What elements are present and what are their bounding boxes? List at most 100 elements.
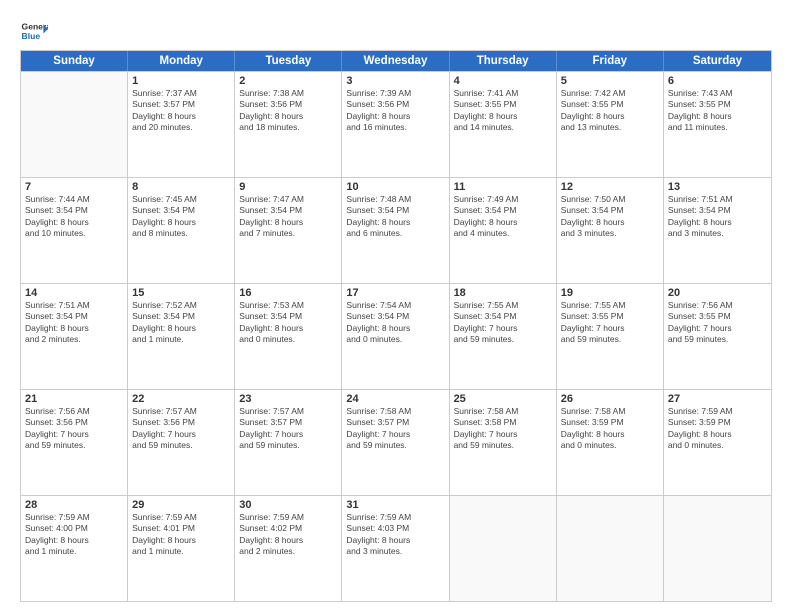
day-number: 4 bbox=[454, 75, 552, 87]
day-cell-21: 21Sunrise: 7:56 AM Sunset: 3:56 PM Dayli… bbox=[21, 390, 128, 495]
day-number: 15 bbox=[132, 287, 230, 299]
day-cell-14: 14Sunrise: 7:51 AM Sunset: 3:54 PM Dayli… bbox=[21, 284, 128, 389]
day-number: 2 bbox=[239, 75, 337, 87]
day-number: 14 bbox=[25, 287, 123, 299]
day-number: 20 bbox=[668, 287, 767, 299]
week-row-3: 14Sunrise: 7:51 AM Sunset: 3:54 PM Dayli… bbox=[21, 283, 771, 389]
day-number: 23 bbox=[239, 393, 337, 405]
header-day-tuesday: Tuesday bbox=[235, 51, 342, 71]
day-cell-6: 6Sunrise: 7:43 AM Sunset: 3:55 PM Daylig… bbox=[664, 72, 771, 177]
header-day-wednesday: Wednesday bbox=[342, 51, 449, 71]
day-info: Sunrise: 7:37 AM Sunset: 3:57 PM Dayligh… bbox=[132, 88, 230, 134]
header-day-monday: Monday bbox=[128, 51, 235, 71]
day-info: Sunrise: 7:48 AM Sunset: 3:54 PM Dayligh… bbox=[346, 194, 444, 240]
day-cell-24: 24Sunrise: 7:58 AM Sunset: 3:57 PM Dayli… bbox=[342, 390, 449, 495]
day-info: Sunrise: 7:59 AM Sunset: 4:03 PM Dayligh… bbox=[346, 512, 444, 558]
day-info: Sunrise: 7:38 AM Sunset: 3:56 PM Dayligh… bbox=[239, 88, 337, 134]
day-cell-empty-6 bbox=[664, 496, 771, 601]
day-cell-16: 16Sunrise: 7:53 AM Sunset: 3:54 PM Dayli… bbox=[235, 284, 342, 389]
day-number: 12 bbox=[561, 181, 659, 193]
day-info: Sunrise: 7:55 AM Sunset: 3:54 PM Dayligh… bbox=[454, 300, 552, 346]
day-number: 26 bbox=[561, 393, 659, 405]
logo: General Blue bbox=[20, 18, 52, 46]
day-cell-12: 12Sunrise: 7:50 AM Sunset: 3:54 PM Dayli… bbox=[557, 178, 664, 283]
day-info: Sunrise: 7:45 AM Sunset: 3:54 PM Dayligh… bbox=[132, 194, 230, 240]
day-cell-17: 17Sunrise: 7:54 AM Sunset: 3:54 PM Dayli… bbox=[342, 284, 449, 389]
day-info: Sunrise: 7:54 AM Sunset: 3:54 PM Dayligh… bbox=[346, 300, 444, 346]
day-info: Sunrise: 7:56 AM Sunset: 3:55 PM Dayligh… bbox=[668, 300, 767, 346]
day-info: Sunrise: 7:43 AM Sunset: 3:55 PM Dayligh… bbox=[668, 88, 767, 134]
day-info: Sunrise: 7:44 AM Sunset: 3:54 PM Dayligh… bbox=[25, 194, 123, 240]
day-info: Sunrise: 7:57 AM Sunset: 3:56 PM Dayligh… bbox=[132, 406, 230, 452]
day-cell-22: 22Sunrise: 7:57 AM Sunset: 3:56 PM Dayli… bbox=[128, 390, 235, 495]
day-number: 24 bbox=[346, 393, 444, 405]
day-number: 28 bbox=[25, 499, 123, 511]
day-number: 29 bbox=[132, 499, 230, 511]
day-info: Sunrise: 7:58 AM Sunset: 3:57 PM Dayligh… bbox=[346, 406, 444, 452]
day-info: Sunrise: 7:59 AM Sunset: 4:02 PM Dayligh… bbox=[239, 512, 337, 558]
header-day-saturday: Saturday bbox=[664, 51, 771, 71]
day-number: 21 bbox=[25, 393, 123, 405]
day-info: Sunrise: 7:51 AM Sunset: 3:54 PM Dayligh… bbox=[668, 194, 767, 240]
day-info: Sunrise: 7:59 AM Sunset: 3:59 PM Dayligh… bbox=[668, 406, 767, 452]
day-number: 22 bbox=[132, 393, 230, 405]
header-day-friday: Friday bbox=[557, 51, 664, 71]
day-number: 30 bbox=[239, 499, 337, 511]
day-info: Sunrise: 7:56 AM Sunset: 3:56 PM Dayligh… bbox=[25, 406, 123, 452]
day-number: 13 bbox=[668, 181, 767, 193]
day-cell-19: 19Sunrise: 7:55 AM Sunset: 3:55 PM Dayli… bbox=[557, 284, 664, 389]
calendar-header: SundayMondayTuesdayWednesdayThursdayFrid… bbox=[21, 51, 771, 71]
day-cell-31: 31Sunrise: 7:59 AM Sunset: 4:03 PM Dayli… bbox=[342, 496, 449, 601]
calendar: SundayMondayTuesdayWednesdayThursdayFrid… bbox=[20, 50, 772, 602]
day-info: Sunrise: 7:49 AM Sunset: 3:54 PM Dayligh… bbox=[454, 194, 552, 240]
svg-text:Blue: Blue bbox=[22, 31, 41, 41]
day-info: Sunrise: 7:51 AM Sunset: 3:54 PM Dayligh… bbox=[25, 300, 123, 346]
day-cell-empty-4 bbox=[450, 496, 557, 601]
day-cell-2: 2Sunrise: 7:38 AM Sunset: 3:56 PM Daylig… bbox=[235, 72, 342, 177]
day-cell-15: 15Sunrise: 7:52 AM Sunset: 3:54 PM Dayli… bbox=[128, 284, 235, 389]
day-info: Sunrise: 7:58 AM Sunset: 3:59 PM Dayligh… bbox=[561, 406, 659, 452]
day-cell-empty-0 bbox=[21, 72, 128, 177]
day-info: Sunrise: 7:47 AM Sunset: 3:54 PM Dayligh… bbox=[239, 194, 337, 240]
day-cell-4: 4Sunrise: 7:41 AM Sunset: 3:55 PM Daylig… bbox=[450, 72, 557, 177]
day-cell-empty-5 bbox=[557, 496, 664, 601]
day-number: 7 bbox=[25, 181, 123, 193]
day-info: Sunrise: 7:39 AM Sunset: 3:56 PM Dayligh… bbox=[346, 88, 444, 134]
day-cell-11: 11Sunrise: 7:49 AM Sunset: 3:54 PM Dayli… bbox=[450, 178, 557, 283]
day-number: 11 bbox=[454, 181, 552, 193]
day-info: Sunrise: 7:52 AM Sunset: 3:54 PM Dayligh… bbox=[132, 300, 230, 346]
day-info: Sunrise: 7:41 AM Sunset: 3:55 PM Dayligh… bbox=[454, 88, 552, 134]
day-cell-7: 7Sunrise: 7:44 AM Sunset: 3:54 PM Daylig… bbox=[21, 178, 128, 283]
day-info: Sunrise: 7:57 AM Sunset: 3:57 PM Dayligh… bbox=[239, 406, 337, 452]
day-cell-25: 25Sunrise: 7:58 AM Sunset: 3:58 PM Dayli… bbox=[450, 390, 557, 495]
header-day-thursday: Thursday bbox=[450, 51, 557, 71]
day-number: 19 bbox=[561, 287, 659, 299]
day-cell-10: 10Sunrise: 7:48 AM Sunset: 3:54 PM Dayli… bbox=[342, 178, 449, 283]
day-cell-20: 20Sunrise: 7:56 AM Sunset: 3:55 PM Dayli… bbox=[664, 284, 771, 389]
day-number: 25 bbox=[454, 393, 552, 405]
day-number: 1 bbox=[132, 75, 230, 87]
week-row-4: 21Sunrise: 7:56 AM Sunset: 3:56 PM Dayli… bbox=[21, 389, 771, 495]
day-info: Sunrise: 7:42 AM Sunset: 3:55 PM Dayligh… bbox=[561, 88, 659, 134]
day-cell-8: 8Sunrise: 7:45 AM Sunset: 3:54 PM Daylig… bbox=[128, 178, 235, 283]
day-cell-27: 27Sunrise: 7:59 AM Sunset: 3:59 PM Dayli… bbox=[664, 390, 771, 495]
page: General Blue SundayMondayTuesdayWednesda… bbox=[0, 0, 792, 612]
day-cell-5: 5Sunrise: 7:42 AM Sunset: 3:55 PM Daylig… bbox=[557, 72, 664, 177]
week-row-1: 1Sunrise: 7:37 AM Sunset: 3:57 PM Daylig… bbox=[21, 71, 771, 177]
calendar-body: 1Sunrise: 7:37 AM Sunset: 3:57 PM Daylig… bbox=[21, 71, 771, 601]
day-info: Sunrise: 7:59 AM Sunset: 4:00 PM Dayligh… bbox=[25, 512, 123, 558]
day-number: 3 bbox=[346, 75, 444, 87]
day-cell-26: 26Sunrise: 7:58 AM Sunset: 3:59 PM Dayli… bbox=[557, 390, 664, 495]
logo-icon: General Blue bbox=[20, 18, 48, 46]
day-number: 16 bbox=[239, 287, 337, 299]
day-cell-18: 18Sunrise: 7:55 AM Sunset: 3:54 PM Dayli… bbox=[450, 284, 557, 389]
day-number: 27 bbox=[668, 393, 767, 405]
day-info: Sunrise: 7:50 AM Sunset: 3:54 PM Dayligh… bbox=[561, 194, 659, 240]
day-number: 17 bbox=[346, 287, 444, 299]
day-cell-29: 29Sunrise: 7:59 AM Sunset: 4:01 PM Dayli… bbox=[128, 496, 235, 601]
header-day-sunday: Sunday bbox=[21, 51, 128, 71]
day-cell-1: 1Sunrise: 7:37 AM Sunset: 3:57 PM Daylig… bbox=[128, 72, 235, 177]
day-number: 5 bbox=[561, 75, 659, 87]
day-number: 9 bbox=[239, 181, 337, 193]
day-cell-28: 28Sunrise: 7:59 AM Sunset: 4:00 PM Dayli… bbox=[21, 496, 128, 601]
